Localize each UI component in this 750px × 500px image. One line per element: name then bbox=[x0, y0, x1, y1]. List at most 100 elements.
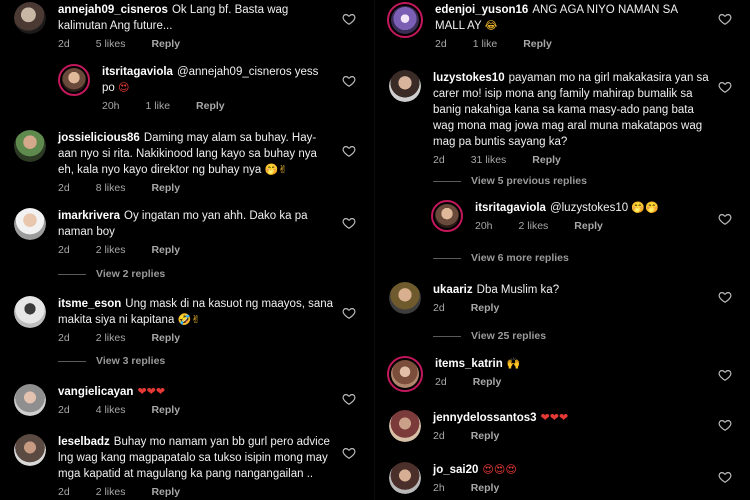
divider bbox=[58, 360, 86, 362]
reply-button[interactable]: Reply bbox=[471, 302, 500, 314]
reply-comment: itsritagaviola @luzystokes10 🤭🤭 20h 2 like… bbox=[375, 200, 750, 232]
avatar[interactable] bbox=[389, 462, 421, 494]
username[interactable]: jo_sai20 bbox=[433, 464, 478, 476]
reply-button[interactable]: Reply bbox=[151, 332, 180, 344]
emoji: 🤭✌ bbox=[264, 163, 288, 176]
heart-outline-icon[interactable] bbox=[718, 368, 732, 382]
comment-time: 2d bbox=[58, 244, 70, 256]
heart-outline-icon[interactable] bbox=[342, 74, 356, 88]
heart-outline-icon[interactable] bbox=[342, 144, 356, 158]
heart-outline-icon[interactable] bbox=[342, 12, 356, 26]
username[interactable]: itsme_eson bbox=[58, 298, 121, 310]
likes-count[interactable]: 2 likes bbox=[96, 332, 126, 344]
avatar[interactable] bbox=[389, 70, 421, 102]
comment-time: 2d bbox=[58, 486, 70, 498]
comment-time: 2d bbox=[58, 38, 70, 50]
view-replies-button[interactable]: View 3 replies bbox=[58, 355, 165, 367]
comment: jo_sai20 😍😍😍 2h Reply bbox=[375, 462, 750, 494]
username[interactable]: leselbadz bbox=[58, 436, 110, 448]
heart-outline-icon[interactable] bbox=[718, 470, 732, 484]
comment-time: 2d bbox=[58, 404, 70, 416]
heart-outline-icon[interactable] bbox=[718, 80, 732, 94]
comment: jennydelossantos3 ❤❤❤ 2d Reply bbox=[375, 410, 750, 442]
avatar[interactable] bbox=[14, 434, 46, 466]
username[interactable]: jossielicious86 bbox=[58, 132, 140, 144]
heart-outline-icon[interactable] bbox=[718, 212, 732, 226]
username[interactable]: itsritagaviola bbox=[102, 66, 173, 78]
username[interactable]: items_katrin bbox=[435, 358, 503, 370]
likes-count[interactable]: 4 likes bbox=[96, 404, 126, 416]
comment: itsme_eson Ung mask di na kasuot ng maayo… bbox=[0, 296, 374, 344]
avatar[interactable] bbox=[389, 282, 421, 314]
likes-count[interactable]: 2 likes bbox=[96, 244, 126, 256]
reply-button[interactable]: Reply bbox=[471, 430, 500, 442]
comment-time: 2d bbox=[58, 332, 70, 344]
heart-outline-icon[interactable] bbox=[718, 12, 732, 26]
comment: imarkrivera Oy ingatan mo yan ahh. Dako k… bbox=[0, 208, 374, 256]
comment-time: 2d bbox=[433, 430, 445, 442]
username[interactable]: vangielicayan bbox=[58, 386, 133, 398]
likes-count[interactable]: 1 like bbox=[473, 38, 498, 50]
reply-button[interactable]: Reply bbox=[196, 100, 225, 112]
username[interactable]: ukaariz bbox=[433, 284, 473, 296]
view-replies-button[interactable]: View 2 replies bbox=[58, 268, 165, 280]
avatar[interactable] bbox=[14, 384, 46, 416]
avatar[interactable] bbox=[14, 208, 46, 240]
emoji: 😍😍😍 bbox=[482, 463, 517, 476]
reply-button[interactable]: Reply bbox=[151, 244, 180, 256]
comment: jossielicious86 Daming may alam sa buhay.… bbox=[0, 130, 374, 194]
username[interactable]: imarkrivera bbox=[58, 210, 120, 222]
emoji: 😍 bbox=[118, 81, 130, 94]
avatar[interactable] bbox=[58, 64, 90, 96]
comment: edenjoi_yuson16 ANG AGA NIYO NAMAN SA MAL… bbox=[375, 2, 750, 50]
likes-count[interactable]: 31 likes bbox=[471, 154, 507, 166]
view-replies-label: View 5 previous replies bbox=[471, 175, 587, 187]
heart-outline-icon[interactable] bbox=[342, 392, 356, 406]
username[interactable]: annejah09_cisneros bbox=[58, 4, 168, 16]
username[interactable]: edenjoi_yuson16 bbox=[435, 4, 528, 16]
reply-button[interactable]: Reply bbox=[151, 182, 180, 194]
comment-time: 2d bbox=[58, 182, 70, 194]
likes-count[interactable]: 2 likes bbox=[96, 486, 126, 498]
reply-button[interactable]: Reply bbox=[532, 154, 561, 166]
avatar[interactable] bbox=[14, 296, 46, 328]
divider bbox=[433, 257, 461, 259]
reply-button[interactable]: Reply bbox=[151, 38, 180, 50]
username[interactable]: luzystokes10 bbox=[433, 72, 505, 84]
view-more-replies-button[interactable]: View 6 more replies bbox=[433, 252, 569, 264]
view-previous-replies-button[interactable]: View 5 previous replies bbox=[433, 175, 587, 187]
likes-count[interactable]: 5 likes bbox=[96, 38, 126, 50]
avatar[interactable] bbox=[14, 130, 46, 162]
comments-column-left: annejah09_cisneros Ok Lang bf. Basta wag … bbox=[0, 0, 375, 500]
heart-outline-icon[interactable] bbox=[342, 446, 356, 460]
heart-outline-icon[interactable] bbox=[718, 290, 732, 304]
reply-button[interactable]: Reply bbox=[151, 486, 180, 498]
avatar[interactable] bbox=[387, 356, 423, 392]
reply-button[interactable]: Reply bbox=[574, 220, 603, 232]
avatar[interactable] bbox=[14, 2, 46, 34]
divider bbox=[433, 335, 461, 337]
reply-button[interactable]: Reply bbox=[473, 376, 502, 388]
likes-count[interactable]: 8 likes bbox=[96, 182, 126, 194]
view-replies-label: View 25 replies bbox=[471, 330, 547, 342]
comment: annejah09_cisneros Ok Lang bf. Basta wag … bbox=[0, 2, 374, 50]
avatar[interactable] bbox=[389, 410, 421, 442]
reply-button[interactable]: Reply bbox=[151, 404, 180, 416]
likes-count[interactable]: 2 likes bbox=[519, 220, 549, 232]
emoji: ❤❤❤ bbox=[540, 411, 569, 424]
likes-count[interactable]: 1 like bbox=[146, 100, 171, 112]
view-replies-label: View 3 replies bbox=[96, 355, 166, 367]
heart-outline-icon[interactable] bbox=[342, 306, 356, 320]
heart-outline-icon[interactable] bbox=[718, 418, 732, 432]
comment-time: 2d bbox=[435, 376, 447, 388]
avatar[interactable] bbox=[431, 200, 463, 232]
username[interactable]: jennydelossantos3 bbox=[433, 412, 537, 424]
username[interactable]: itsritagaviola bbox=[475, 202, 546, 214]
view-replies-label: View 6 more replies bbox=[471, 252, 569, 264]
avatar[interactable] bbox=[387, 2, 423, 38]
reply-button[interactable]: Reply bbox=[471, 482, 500, 494]
reply-button[interactable]: Reply bbox=[523, 38, 552, 50]
view-replies-button[interactable]: View 25 replies bbox=[433, 330, 546, 342]
divider bbox=[433, 180, 461, 182]
heart-outline-icon[interactable] bbox=[342, 216, 356, 230]
